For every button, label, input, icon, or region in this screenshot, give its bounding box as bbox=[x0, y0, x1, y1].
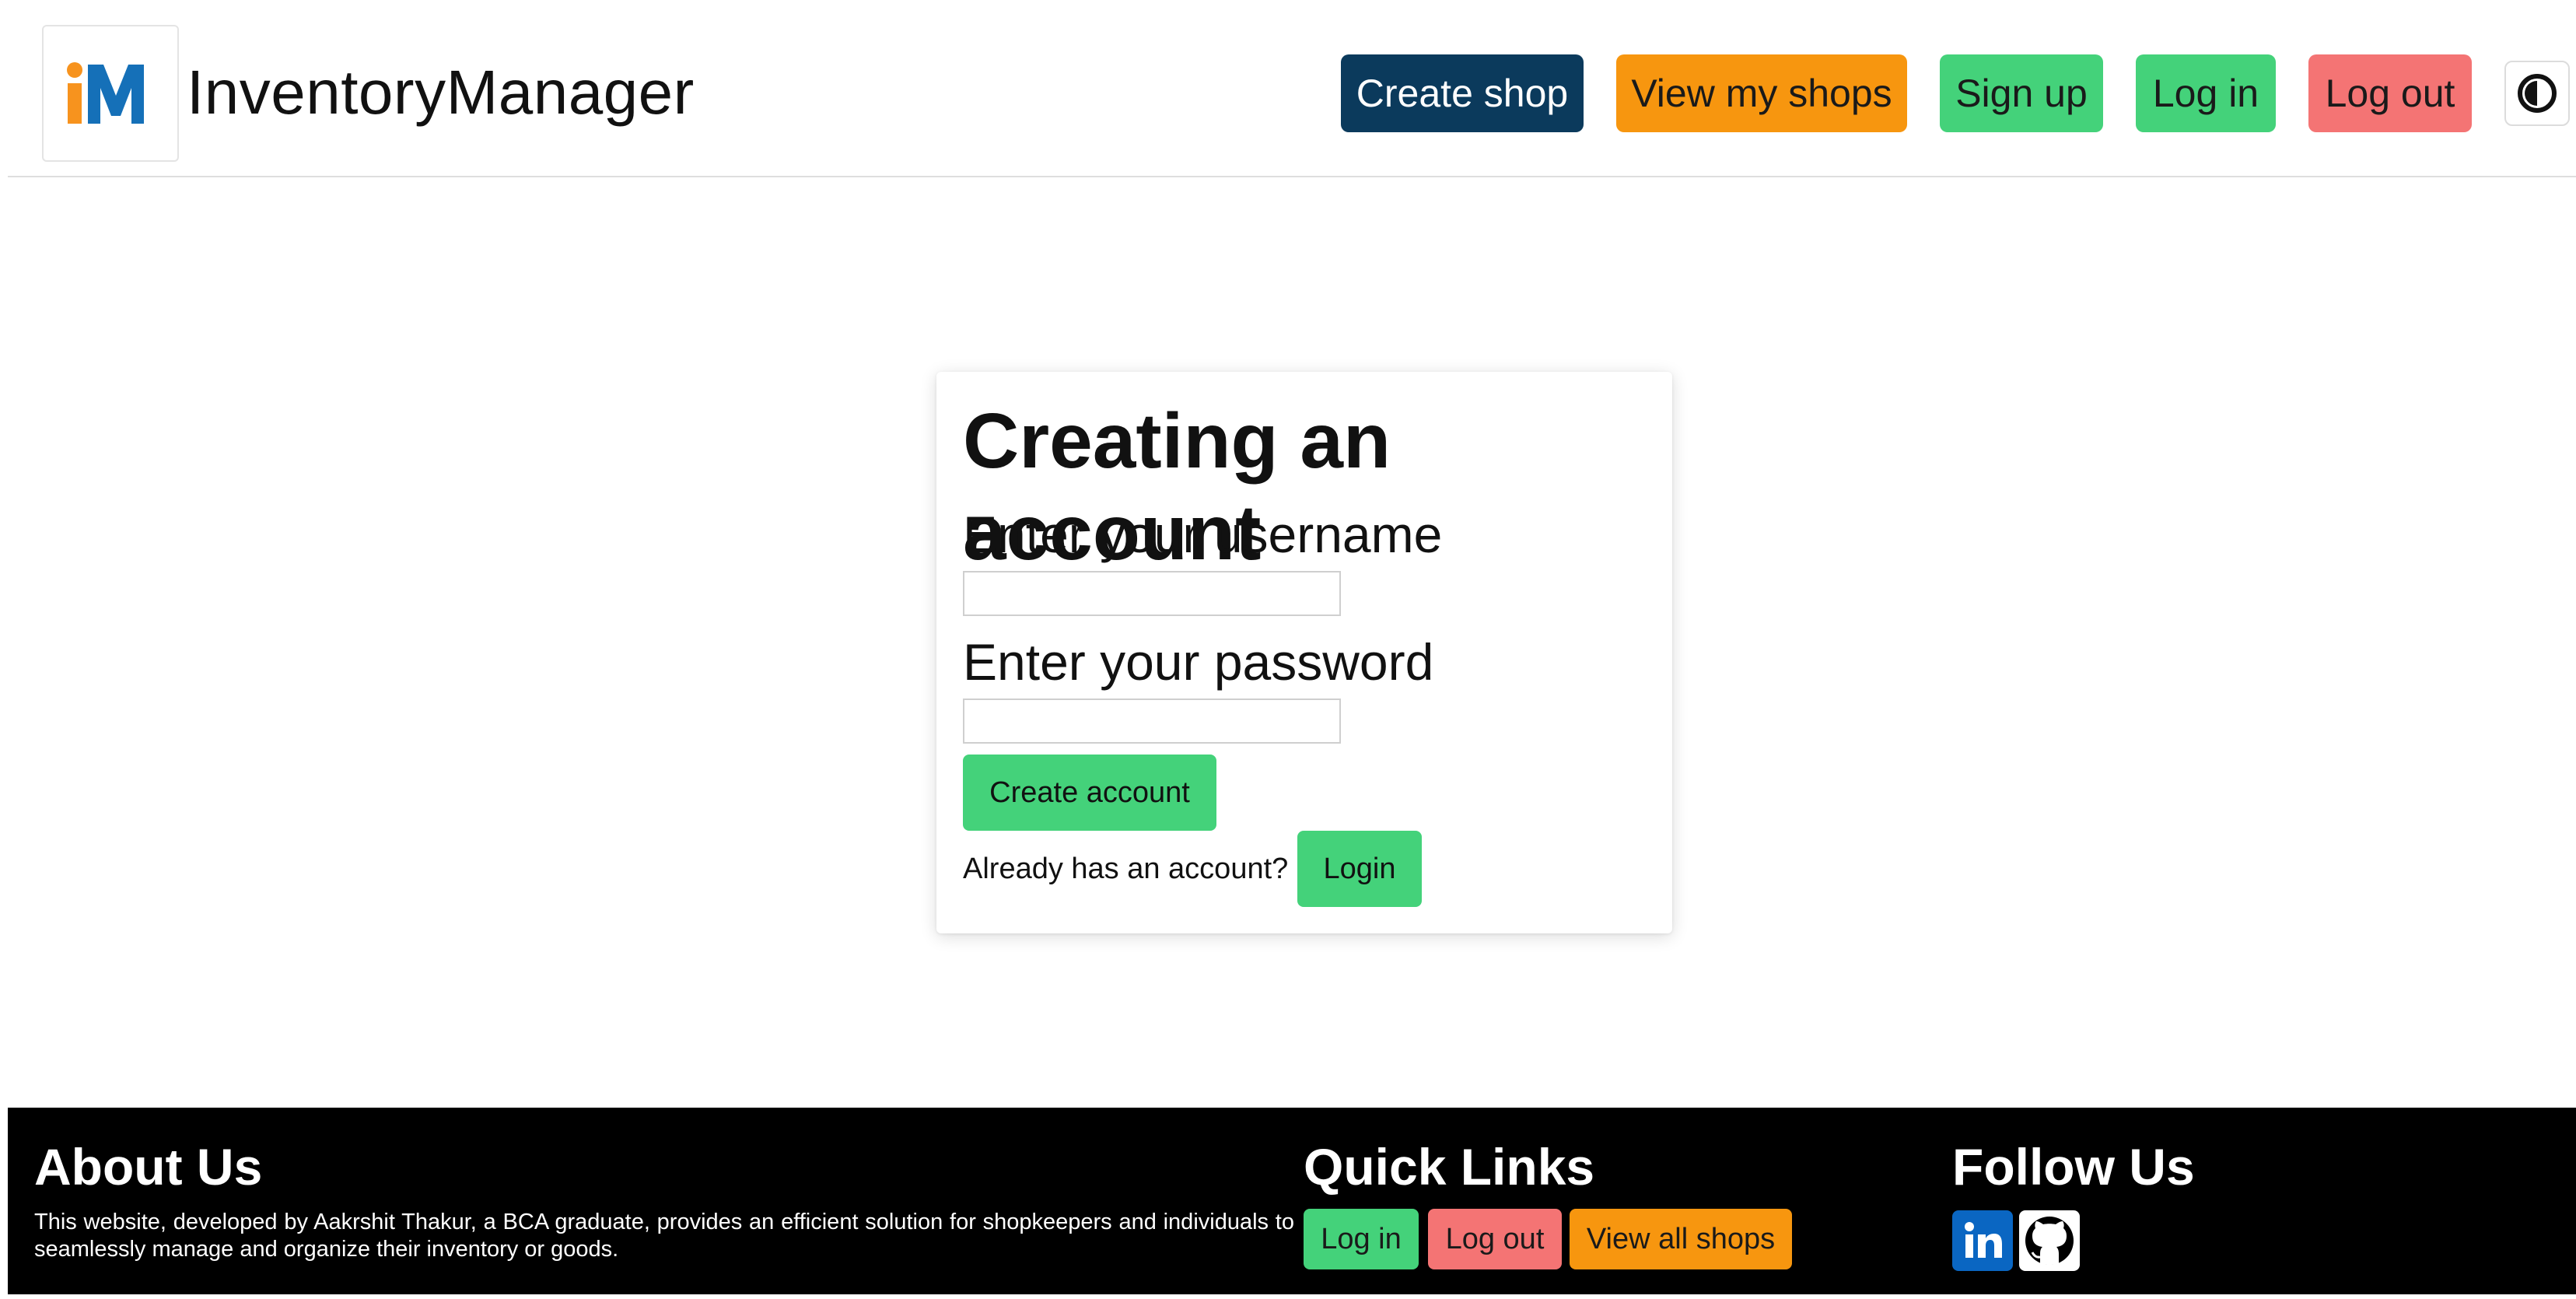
contrast-icon bbox=[2518, 74, 2557, 113]
password-input[interactable] bbox=[963, 699, 1341, 744]
create-shop-button[interactable]: Create shop bbox=[1341, 54, 1584, 132]
logo[interactable] bbox=[42, 25, 179, 162]
username-input[interactable] bbox=[963, 571, 1341, 616]
theme-toggle-button[interactable] bbox=[2504, 61, 2570, 126]
log-in-button[interactable]: Log in bbox=[2136, 54, 2276, 132]
footer-log-in-button[interactable]: Log in bbox=[1304, 1209, 1419, 1269]
linkedin-link[interactable] bbox=[1952, 1210, 2013, 1271]
sign-up-button[interactable]: Sign up bbox=[1940, 54, 2103, 132]
log-out-button[interactable]: Log out bbox=[2308, 54, 2472, 132]
brand-name[interactable]: InventoryManager bbox=[187, 56, 695, 129]
im-logo-icon bbox=[67, 62, 144, 124]
create-account-button[interactable]: Create account bbox=[963, 755, 1216, 831]
github-link[interactable] bbox=[2019, 1210, 2080, 1271]
linkedin-icon bbox=[1965, 1222, 2002, 1258]
login-button[interactable]: Login bbox=[1297, 831, 1422, 907]
footer-log-out-button[interactable]: Log out bbox=[1428, 1209, 1562, 1269]
already-account-text: Already has an account? bbox=[963, 853, 1289, 885]
username-label: Enter your username bbox=[963, 506, 1443, 563]
view-my-shops-button[interactable]: View my shops bbox=[1616, 54, 1907, 132]
signup-card: Creating an account Enter your username … bbox=[936, 372, 1672, 933]
about-heading: About Us bbox=[34, 1138, 263, 1196]
follow-us-heading: Follow Us bbox=[1952, 1138, 2195, 1196]
password-label: Enter your password bbox=[963, 633, 1434, 691]
site-footer: About Us This website, developed by Aakr… bbox=[8, 1108, 2576, 1294]
about-text: This website, developed by Aakrshit Thak… bbox=[34, 1210, 1294, 1262]
github-icon bbox=[2025, 1217, 2074, 1265]
quick-links-heading: Quick Links bbox=[1304, 1138, 1595, 1196]
footer-view-all-shops-button[interactable]: View all shops bbox=[1570, 1209, 1792, 1269]
site-header: InventoryManager Create shop View my sho… bbox=[8, 0, 2576, 177]
